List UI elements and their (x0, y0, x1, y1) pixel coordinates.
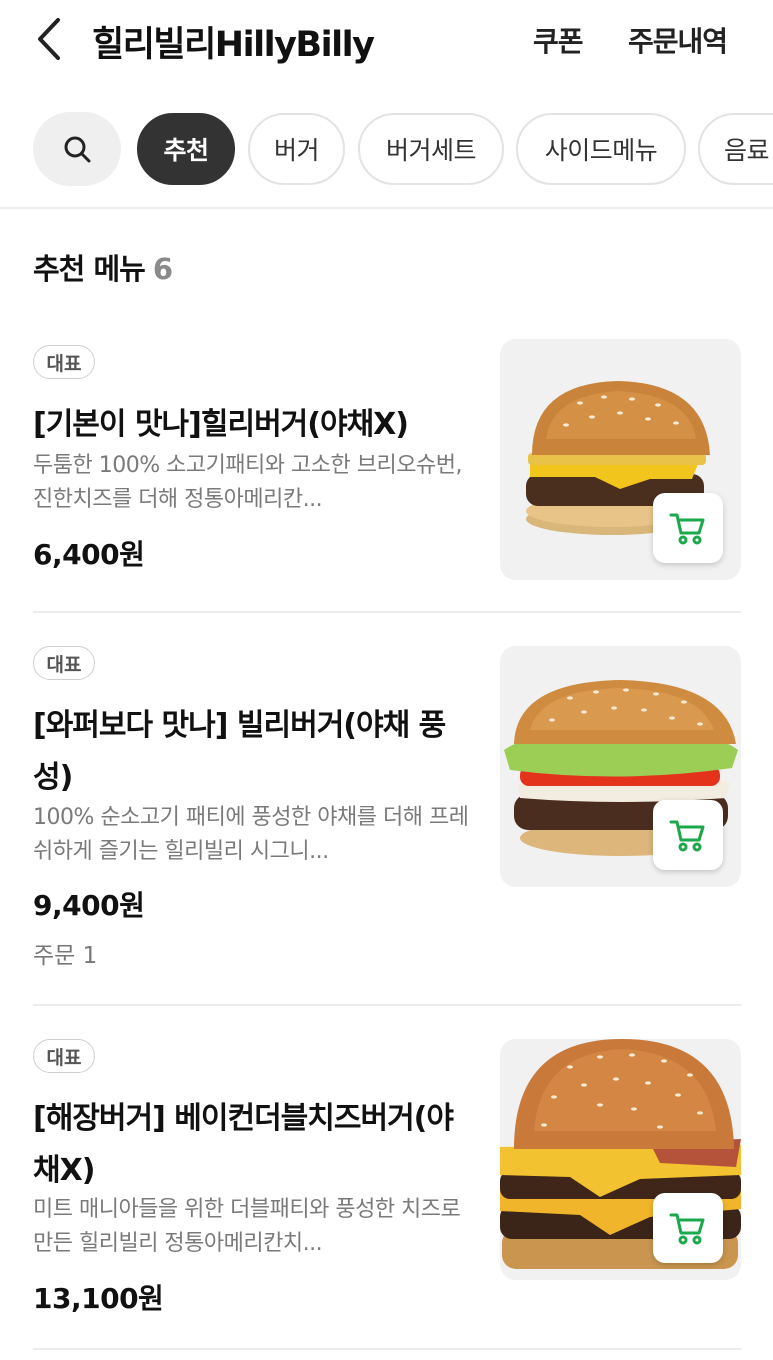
menu-item-price: 9,400원 (33, 889, 145, 922)
menu-item-description: 미트 매니아들을 위한 더블패티와 풍성한 치즈로 만든 힐리빌리 정통아메리칸… (33, 1197, 461, 1256)
menu-item-image[interactable] (500, 1039, 741, 1280)
search-icon (64, 136, 91, 163)
category-bar: 추천 버거 버거세트 사이드메뉴 음료 (0, 112, 773, 186)
menu-item[interactable]: 대표 [와퍼보다 맛나] 빌리버거(야채 풍성) 100% 순소고기 패티에 풍… (33, 646, 741, 976)
menu-item-name: [해장버거] 베이컨더블치즈버거(야채X) (33, 1101, 454, 1188)
menu-item-image[interactable] (500, 339, 741, 580)
menu-item-name: [기본이 맛나]힐리버거(야채X) (33, 407, 409, 442)
menu-item-order-count: 주문 1 (33, 943, 98, 969)
item-divider (33, 1348, 741, 1350)
signature-badge: 대표 (33, 345, 95, 379)
tab-recommended[interactable]: 추천 (137, 113, 235, 185)
menu-item-price: 13,100원 (33, 1282, 164, 1315)
tab-drinks[interactable]: 음료 (698, 113, 773, 185)
add-to-cart-button[interactable] (653, 493, 723, 563)
item-divider (33, 611, 741, 613)
app-header: 힐리빌리HillyBilly 쿠폰 주문내역 (0, 0, 773, 92)
menu-item-name: [와퍼보다 맛나] 빌리버거(야채 풍성) (33, 708, 446, 795)
cart-icon (669, 820, 705, 852)
header-divider (0, 207, 773, 209)
chevron-left-icon (38, 18, 60, 60)
menu-item-description: 두툼한 100% 소고기패티와 고소한 브리오슈번, 진한치즈를 더해 정통아메… (33, 453, 462, 512)
tab-burger-set[interactable]: 버거세트 (358, 113, 504, 185)
section-title-label: 추천 메뉴 (33, 252, 146, 286)
back-button[interactable] (30, 14, 70, 64)
store-title: 힐리빌리HillyBilly (92, 25, 375, 65)
item-divider (33, 1004, 741, 1006)
menu-item-price: 6,400원 (33, 538, 145, 571)
cart-icon (669, 513, 705, 545)
tab-burger[interactable]: 버거 (248, 113, 345, 185)
order-history-button[interactable]: 주문내역 (628, 20, 728, 60)
signature-badge: 대표 (33, 1039, 95, 1073)
section-item-count: 6 (152, 252, 173, 286)
coupon-button[interactable]: 쿠폰 (533, 20, 584, 60)
cart-icon (669, 1213, 705, 1245)
add-to-cart-button[interactable] (653, 1193, 723, 1263)
menu-item-description: 100% 순소고기 패티에 풍성한 야채를 더해 프레쉬하게 즐기는 힐리빌리 … (33, 805, 469, 864)
add-to-cart-button[interactable] (653, 800, 723, 870)
tab-side-menu[interactable]: 사이드메뉴 (516, 113, 686, 185)
menu-item[interactable]: 대표 [기본이 맛나]힐리버거(야채X) 두툼한 100% 소고기패티와 고소한… (33, 339, 741, 585)
section-title: 추천 메뉴 6 (33, 246, 173, 288)
menu-item[interactable]: 대표 [해장버거] 베이컨더블치즈버거(야채X) 미트 매니아들을 위한 더블패… (33, 1039, 741, 1329)
menu-search-button[interactable] (33, 112, 121, 186)
signature-badge: 대표 (33, 646, 95, 680)
menu-item-image[interactable] (500, 646, 741, 887)
